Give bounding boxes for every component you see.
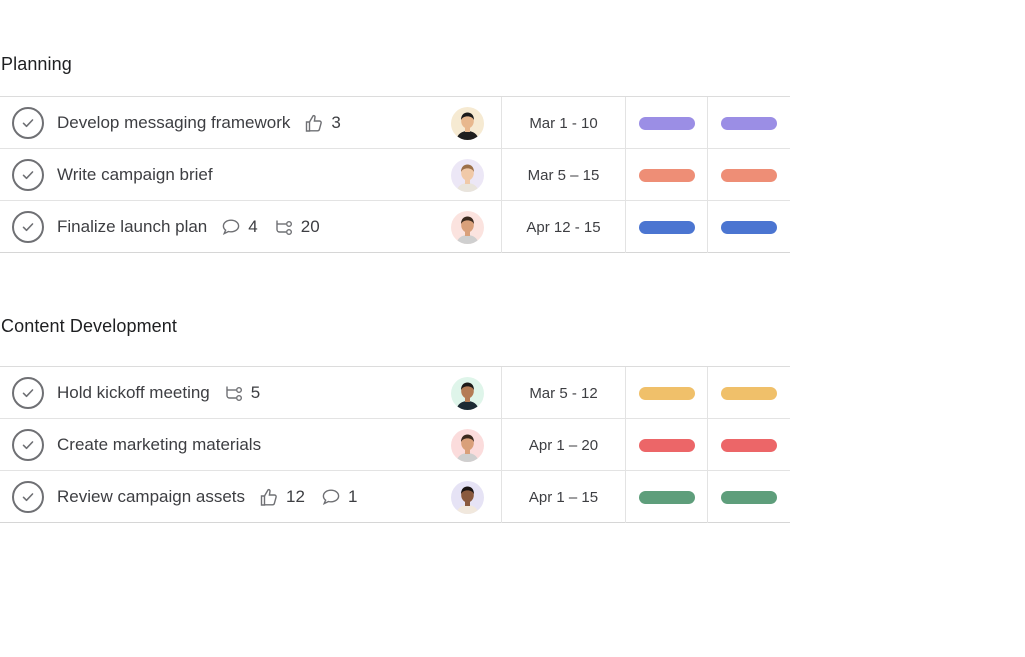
priority-cell[interactable]	[707, 201, 790, 253]
comment-icon	[321, 487, 348, 507]
task-name-cell[interactable]: Finalize launch plan 4 20	[57, 201, 320, 253]
status-pill	[638, 438, 695, 452]
assignee-avatar[interactable]	[451, 159, 484, 192]
subtask-count[interactable]: 20	[274, 217, 320, 237]
due-date-cell[interactable]: Mar 5 – 15	[501, 149, 625, 201]
status-pill	[638, 220, 695, 234]
complete-task-checkbox[interactable]	[12, 211, 44, 243]
comment-icon	[221, 217, 248, 237]
task-name-cell[interactable]: Review campaign assets 12 1	[57, 471, 357, 523]
priority-cell[interactable]	[707, 149, 790, 201]
status-cell[interactable]	[625, 367, 707, 419]
status-pill	[638, 116, 695, 130]
priority-pill	[721, 220, 777, 234]
count-value: 12	[286, 487, 305, 506]
assignee-avatar[interactable]	[451, 377, 484, 410]
task-name: Develop messaging framework	[57, 113, 291, 132]
status-cell[interactable]	[625, 97, 707, 149]
subtask-count[interactable]: 5	[224, 383, 260, 403]
task-name: Create marketing materials	[57, 435, 262, 454]
due-date-cell[interactable]: Mar 1 - 10	[501, 97, 625, 149]
assignee-avatar[interactable]	[451, 211, 484, 244]
task-row[interactable]: Write campaign brief Mar 5 – 15	[0, 149, 790, 201]
section-title-planning: Planning	[1, 54, 72, 74]
task-name: Hold kickoff meeting	[57, 383, 210, 402]
count-value: 3	[331, 113, 341, 132]
check-icon	[20, 489, 36, 505]
comment-count[interactable]: 4	[221, 217, 258, 237]
check-icon	[20, 385, 36, 401]
thumbs-up-count[interactable]: 3	[304, 113, 341, 133]
task-row[interactable]: Review campaign assets 12 1 Apr 1 – 15	[0, 471, 790, 523]
count-value: 5	[250, 383, 261, 402]
priority-pill	[721, 168, 777, 182]
due-date-cell[interactable]: Apr 1 – 20	[501, 419, 625, 471]
priority-pill	[721, 438, 777, 452]
priority-pill	[721, 116, 777, 130]
thumbs-up-count[interactable]: 12	[259, 487, 305, 507]
thumbs-up-icon	[304, 113, 331, 133]
task-row[interactable]: Create marketing materials Apr 1 – 20	[0, 419, 790, 471]
priority-cell[interactable]	[707, 367, 790, 419]
count-value: 4	[248, 217, 258, 236]
assignee-avatar[interactable]	[451, 429, 484, 462]
thumbs-up-icon	[259, 487, 286, 507]
check-icon	[20, 167, 36, 183]
priority-cell[interactable]	[707, 471, 790, 523]
priority-pill	[721, 386, 777, 400]
status-pill	[638, 386, 695, 400]
due-date-cell[interactable]: Apr 1 – 15	[501, 471, 625, 523]
count-value: 20	[300, 217, 320, 236]
task-name-cell[interactable]: Hold kickoff meeting 5	[57, 367, 260, 419]
task-name-cell[interactable]: Create marketing materials	[57, 419, 261, 471]
check-icon	[20, 437, 36, 453]
complete-task-checkbox[interactable]	[12, 107, 44, 139]
complete-task-checkbox[interactable]	[12, 159, 44, 191]
subtask-icon	[224, 383, 251, 403]
task-name: Review campaign assets	[57, 487, 246, 506]
due-date-cell[interactable]: Apr 12 - 15	[501, 201, 625, 253]
due-date-cell[interactable]: Mar 5 - 12	[501, 367, 625, 419]
check-icon	[20, 115, 36, 131]
task-row[interactable]: Hold kickoff meeting 5 Mar 5 - 12	[0, 367, 790, 419]
priority-cell[interactable]	[707, 419, 790, 471]
task-name-cell[interactable]: Write campaign brief	[57, 149, 213, 201]
assignee-avatar[interactable]	[451, 481, 484, 514]
comment-count[interactable]: 1	[321, 487, 357, 507]
complete-task-checkbox[interactable]	[12, 377, 44, 409]
status-pill	[638, 168, 695, 182]
complete-task-checkbox[interactable]	[12, 429, 44, 461]
complete-task-checkbox[interactable]	[12, 481, 44, 513]
section-rows-planning: Develop messaging framework 3 Mar 1 - 10 W…	[0, 96, 790, 253]
status-cell[interactable]	[625, 471, 707, 523]
subtask-icon	[274, 217, 301, 237]
task-row[interactable]: Finalize launch plan 4 20 Apr 12 - 15	[0, 201, 790, 253]
task-name: Finalize launch plan	[57, 217, 208, 236]
section-title-content-development: Content Development	[1, 316, 178, 336]
task-row[interactable]: Develop messaging framework 3 Mar 1 - 10	[0, 97, 790, 149]
assignee-avatar[interactable]	[451, 107, 484, 140]
status-pill	[638, 490, 695, 504]
task-name-cell[interactable]: Develop messaging framework 3	[57, 97, 341, 149]
priority-pill	[721, 490, 777, 504]
status-cell[interactable]	[625, 419, 707, 471]
status-cell[interactable]	[625, 201, 707, 253]
section-rows-content-development: Hold kickoff meeting 5 Mar 5 - 12 Create m…	[0, 366, 790, 523]
status-cell[interactable]	[625, 149, 707, 201]
check-icon	[20, 219, 36, 235]
task-name: Write campaign brief	[57, 165, 213, 184]
count-value: 1	[347, 487, 358, 506]
priority-cell[interactable]	[707, 97, 790, 149]
